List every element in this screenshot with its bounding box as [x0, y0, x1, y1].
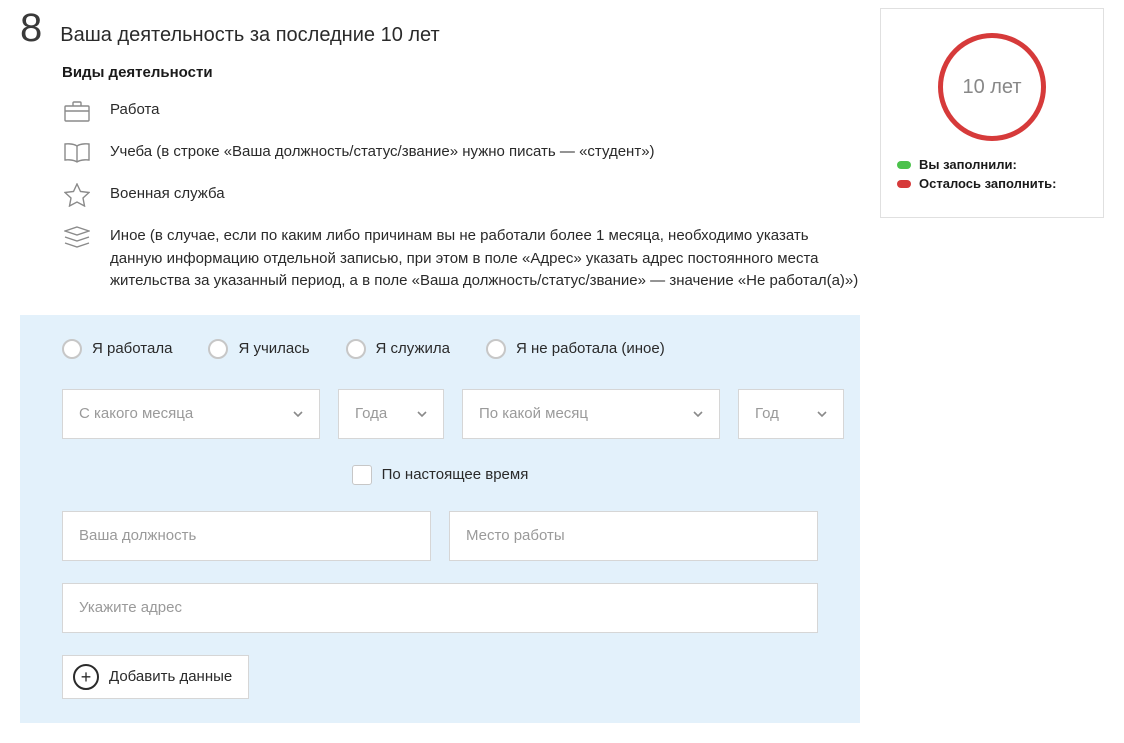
- step-number: 8: [20, 8, 42, 48]
- ring-label: 10 лет: [962, 76, 1021, 99]
- to-month-select[interactable]: По какой месяц: [462, 389, 720, 439]
- dot-red-icon: [897, 180, 911, 188]
- activity-label: Военная служба: [110, 183, 860, 206]
- chevron-down-icon: [291, 407, 305, 421]
- checkbox-icon: [352, 465, 372, 485]
- select-placeholder: По какой месяц: [479, 405, 588, 422]
- form-panel: Я работала Я училась Я служила Я не рабо…: [20, 315, 860, 723]
- dot-green-icon: [897, 161, 911, 169]
- radio-icon: [62, 339, 82, 359]
- to-year-select[interactable]: Год: [738, 389, 844, 439]
- chevron-down-icon: [815, 407, 829, 421]
- input-placeholder: Укажите адрес: [79, 599, 182, 616]
- radio-label: Я не работала (иное): [516, 340, 665, 357]
- legend-filled: Вы заполнили:: [897, 157, 1087, 172]
- activity-item-work: Работа: [62, 99, 860, 123]
- activity-item-military: Военная служба: [62, 183, 860, 207]
- progress-ring: 10 лет: [938, 33, 1046, 141]
- radio-worked[interactable]: Я работала: [62, 339, 172, 359]
- radio-label: Я училась: [238, 340, 309, 357]
- input-placeholder: Место работы: [466, 527, 565, 544]
- radio-studied[interactable]: Я училась: [208, 339, 309, 359]
- activity-label: Иное (в случае, если по каким либо причи…: [110, 225, 860, 293]
- activity-label: Учеба (в строке «Ваша должность/статус/з…: [110, 141, 860, 164]
- radio-other[interactable]: Я не работала (иное): [486, 339, 665, 359]
- legend-label: Вы заполнили:: [919, 157, 1017, 172]
- select-placeholder: Год: [755, 405, 779, 422]
- radio-label: Я служила: [376, 340, 450, 357]
- radio-icon: [486, 339, 506, 359]
- legend-remaining: Осталось заполнить:: [897, 176, 1087, 191]
- add-data-button[interactable]: + Добавить данные: [62, 655, 249, 699]
- activities-heading: Виды деятельности: [62, 64, 860, 81]
- radio-group: Я работала Я училась Я служила Я не рабо…: [62, 339, 818, 359]
- radio-icon: [208, 339, 228, 359]
- book-icon: [62, 141, 92, 165]
- chevron-down-icon: [415, 407, 429, 421]
- activity-item-other: Иное (в случае, если по каким либо причи…: [62, 225, 860, 293]
- workplace-input[interactable]: Место работы: [449, 511, 818, 561]
- activity-list: Работа Учеба (в строке «Ваша должность/с…: [62, 99, 860, 293]
- radio-icon: [346, 339, 366, 359]
- step-title: Ваша деятельность за последние 10 лет: [60, 24, 439, 47]
- select-placeholder: С какого месяца: [79, 405, 193, 422]
- progress-sidebar: 10 лет Вы заполнили: Осталось заполнить:: [880, 8, 1104, 218]
- stack-icon: [62, 225, 92, 249]
- plus-icon: +: [73, 664, 99, 690]
- activity-item-study: Учеба (в строке «Ваша должность/статус/з…: [62, 141, 860, 165]
- from-month-select[interactable]: С какого месяца: [62, 389, 320, 439]
- briefcase-icon: [62, 99, 92, 123]
- position-input[interactable]: Ваша должность: [62, 511, 431, 561]
- input-placeholder: Ваша должность: [79, 527, 196, 544]
- star-icon: [62, 183, 92, 207]
- present-checkbox[interactable]: По настоящее время: [352, 465, 529, 485]
- add-button-label: Добавить данные: [109, 668, 232, 685]
- chevron-down-icon: [691, 407, 705, 421]
- activity-label: Работа: [110, 99, 860, 122]
- address-input[interactable]: Укажите адрес: [62, 583, 818, 633]
- from-year-select[interactable]: Года: [338, 389, 444, 439]
- legend-label: Осталось заполнить:: [919, 176, 1056, 191]
- checkbox-label: По настоящее время: [382, 466, 529, 483]
- radio-served[interactable]: Я служила: [346, 339, 450, 359]
- radio-label: Я работала: [92, 340, 172, 357]
- select-placeholder: Года: [355, 405, 387, 422]
